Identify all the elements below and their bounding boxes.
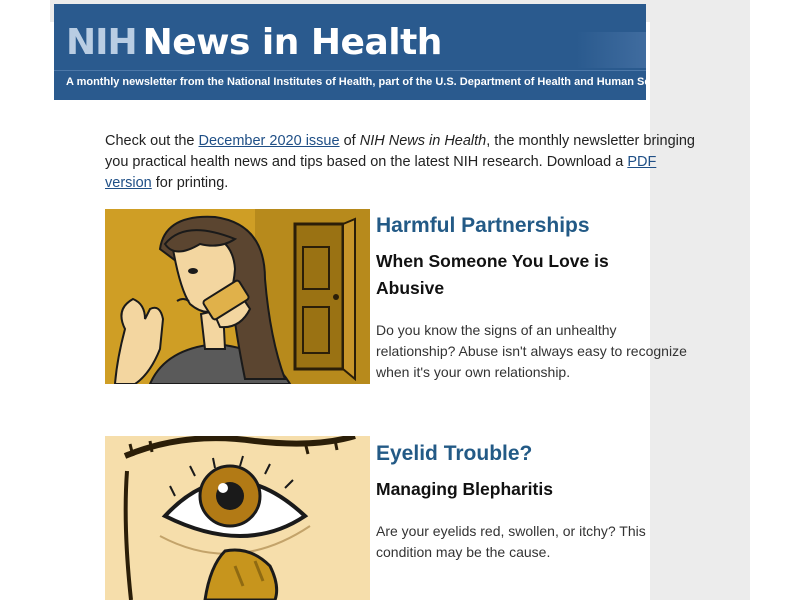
article-description: Do you know the signs of an unhealthy re… bbox=[376, 322, 687, 380]
intro-text: for printing. bbox=[151, 175, 229, 191]
logo-nih: NIH bbox=[66, 22, 138, 63]
article-title[interactable]: Harmful Partnerships bbox=[376, 214, 590, 238]
intro-paragraph: Check out the December 2020 issue of NIH… bbox=[105, 131, 695, 194]
banner-texture bbox=[576, 32, 646, 68]
eye-illustration[interactable] bbox=[105, 436, 370, 600]
banner-divider bbox=[54, 70, 646, 71]
issue-link[interactable]: December 2020 issue bbox=[199, 133, 340, 149]
newsletter-logo[interactable]: NIH News in Health bbox=[66, 22, 442, 63]
article-title[interactable]: Eyelid Trouble? bbox=[376, 442, 532, 466]
woman-on-phone-illustration[interactable] bbox=[105, 209, 370, 384]
banner-tagline: A monthly newsletter from the National I… bbox=[66, 76, 646, 88]
intro-text: Check out the bbox=[105, 133, 199, 149]
article-description: Are your eyelids red, swollen, or itchy?… bbox=[376, 523, 646, 560]
intro-text: of bbox=[339, 133, 360, 149]
newsletter-banner[interactable]: NIH News in Health A monthly newsletter f… bbox=[54, 4, 646, 100]
logo-title: News in Health bbox=[142, 22, 443, 63]
article-subtitle[interactable]: When Someone You Love is Abusive bbox=[376, 248, 676, 302]
publication-name: NIH News in Health bbox=[359, 133, 487, 149]
article-subtitle[interactable]: Managing Blepharitis bbox=[376, 476, 676, 503]
